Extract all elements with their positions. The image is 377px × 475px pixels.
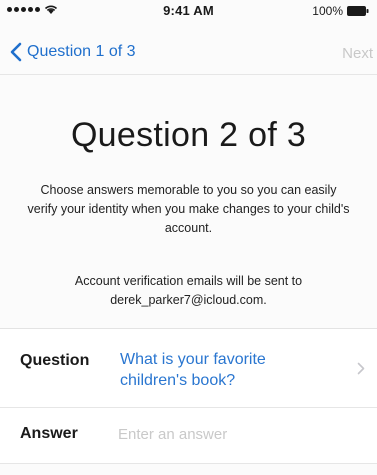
next-button[interactable]: Next	[342, 45, 373, 62]
chevron-right-icon	[357, 362, 365, 375]
answer-row: Answer	[0, 408, 377, 464]
battery-icon	[347, 6, 369, 16]
verification-note-line: Account verification emails will be sent…	[74, 274, 303, 288]
chevron-left-icon	[10, 42, 22, 62]
nav-bar: Question 1 of 3 Next	[0, 36, 377, 75]
back-button-label: Question 1 of 3	[27, 43, 136, 60]
screen: 9:41 AM 100% Question 1 of 3 Next Questi…	[0, 0, 377, 475]
instructions-text: Choose answers memorable to you so you c…	[27, 183, 350, 235]
battery-percent: 100%	[312, 4, 343, 18]
page-title: Question 2 of 3	[70, 116, 307, 154]
answer-label: Answer	[20, 425, 78, 442]
question-row[interactable]: Question What is your favorite children'…	[0, 329, 377, 408]
status-bar: 9:41 AM 100%	[0, 0, 377, 24]
question-value[interactable]: What is your favorite children's book?	[120, 349, 320, 391]
question-label: Question	[20, 352, 90, 369]
back-button[interactable]: Question 1 of 3	[10, 42, 136, 62]
verification-email-address: derek_parker7@icloud.com.	[110, 293, 267, 307]
answer-input[interactable]	[118, 420, 358, 448]
security-question-form: Question What is your favorite children'…	[0, 328, 377, 464]
verification-email-note: Account verification emails will be sent…	[40, 272, 337, 310]
